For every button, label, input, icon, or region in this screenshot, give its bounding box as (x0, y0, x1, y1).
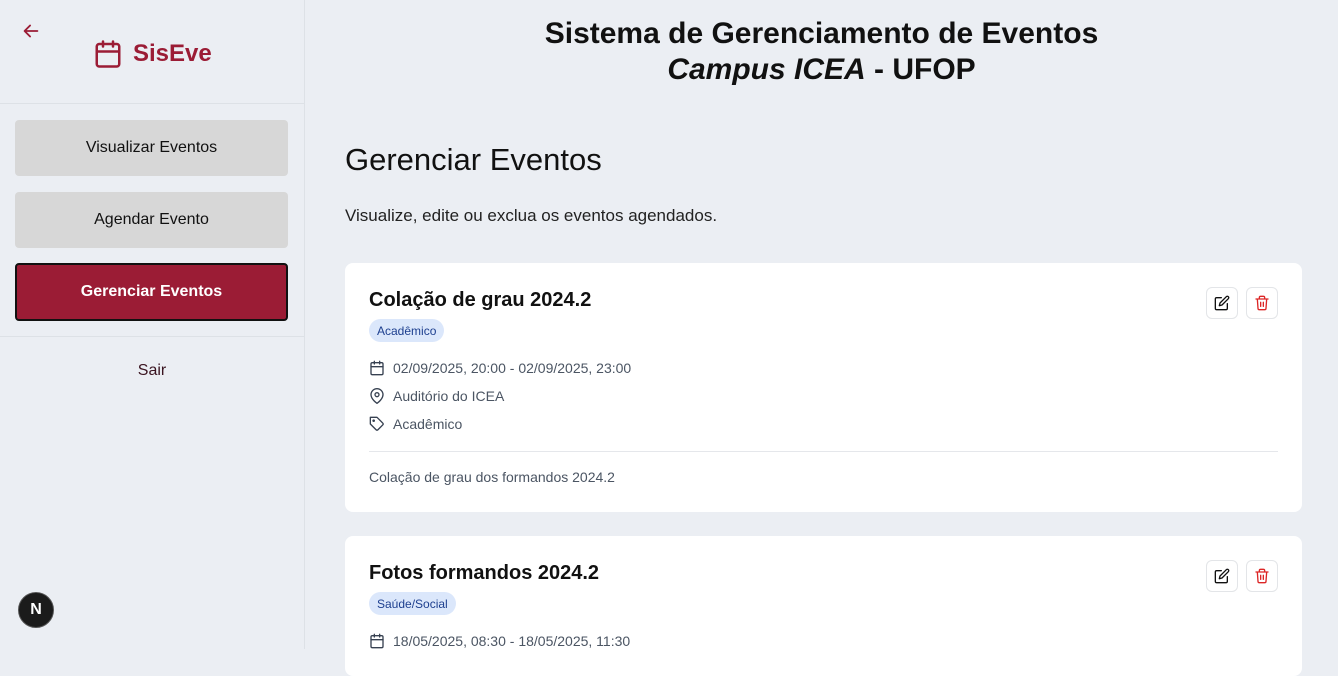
trash-icon (1255, 568, 1269, 584)
event-category-text: Acadêmico (393, 416, 463, 432)
edit-button[interactable] (1206, 560, 1238, 592)
edit-icon (1214, 568, 1230, 584)
nav-visualizar-eventos[interactable]: Visualizar Eventos (15, 120, 288, 176)
event-tag: Saúde/Social (369, 592, 456, 615)
event-card: Colação de grau 2024.2 Acadêmico 02/09/2… (345, 263, 1302, 512)
calendar-icon (95, 40, 121, 68)
delete-button[interactable] (1246, 287, 1278, 319)
app-header: Sistema de Gerenciamento de Eventos Camp… (305, 16, 1338, 88)
dev-tools-badge[interactable]: N (18, 592, 54, 628)
tag-icon (369, 416, 384, 431)
sidebar: SisEve Visualizar Eventos Agendar Evento… (0, 0, 305, 649)
event-datetime-text: 02/09/2025, 20:00 - 02/09/2025, 23:00 (393, 360, 632, 376)
arrow-left-icon[interactable] (20, 20, 42, 42)
trash-icon (1255, 295, 1269, 311)
event-location-text: Auditório do ICEA (393, 388, 505, 404)
brand: SisEve (93, 39, 212, 69)
delete-button[interactable] (1246, 560, 1278, 592)
calendar-icon (370, 360, 384, 376)
card-divider (369, 451, 1278, 452)
event-tag: Acadêmico (369, 319, 445, 342)
header-title: Sistema de Gerenciamento de Eventos (544, 17, 1099, 50)
header-subtitle: Campus ICEA - UFOP (305, 52, 1338, 88)
header-institution: - UFOP (865, 53, 976, 86)
event-datetime: 18/05/2025, 08:30 - 18/05/2025, 11:30 (369, 633, 630, 649)
calendar-icon (370, 633, 384, 649)
event-datetime-text: 18/05/2025, 08:30 - 18/05/2025, 11:30 (393, 633, 631, 649)
logout-button[interactable]: Sair (0, 362, 304, 380)
event-category: Acadêmico (369, 416, 462, 432)
event-card: Fotos formandos 2024.2 Saúde/Social 18/0… (345, 536, 1302, 676)
event-description: Colação de grau dos formandos 2024.2 (369, 469, 615, 485)
event-location: Auditório do ICEA (369, 388, 504, 404)
event-title: Fotos formandos 2024.2 (369, 562, 600, 584)
page-subtitle: Visualize, edite ou exclua os eventos ag… (345, 206, 718, 225)
map-pin-icon (370, 388, 384, 404)
edit-icon (1214, 295, 1230, 311)
header-campus: Campus ICEA (667, 53, 866, 86)
nav-agendar-evento[interactable]: Agendar Evento (15, 192, 288, 248)
event-datetime: 02/09/2025, 20:00 - 02/09/2025, 23:00 (369, 360, 631, 376)
event-title: Colação de grau 2024.2 (369, 289, 592, 311)
page-title: Gerenciar Eventos (345, 142, 602, 177)
edit-button[interactable] (1206, 287, 1238, 319)
brand-name: SisEve (133, 40, 212, 67)
divider (0, 103, 304, 104)
nav-gerenciar-eventos[interactable]: Gerenciar Eventos (15, 263, 288, 321)
divider (0, 336, 304, 337)
